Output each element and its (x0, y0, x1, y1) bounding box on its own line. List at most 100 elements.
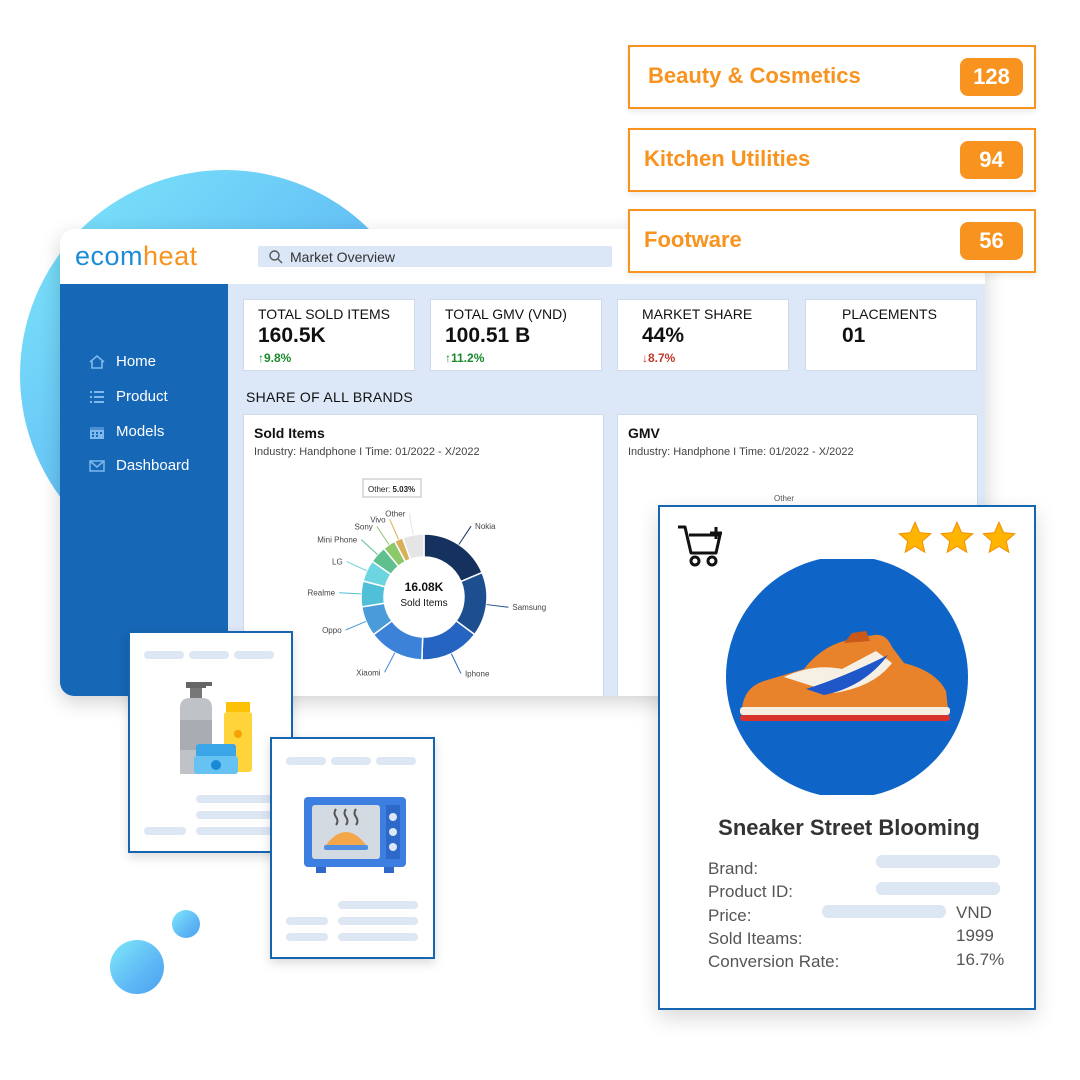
calendar-icon (90, 426, 104, 439)
panel-title: Sold Items (254, 425, 325, 441)
category-footware[interactable]: Footware 56 (628, 209, 1036, 273)
donut-leader-line (360, 539, 378, 555)
category-beauty-cosmetics[interactable]: Beauty & Cosmetics 128 (628, 45, 1036, 109)
donut-leader-line (346, 561, 367, 572)
donut-label: LG (332, 558, 343, 567)
mail-icon (89, 459, 105, 472)
placeholder-bar (144, 651, 184, 659)
category-label: Beauty & Cosmetics (648, 63, 861, 88)
kpi-value: 44% (642, 324, 685, 347)
donut-label: Nokia (475, 522, 496, 531)
price-value-placeholder (822, 905, 946, 918)
kpi-label: MARKET SHARE (642, 306, 753, 322)
placeholder-bar (234, 651, 274, 659)
list-icon (90, 390, 104, 403)
kpi-delta: ↑11.2% (445, 351, 485, 365)
product-name: Sneaker Street Blooming (718, 815, 980, 840)
section-title: SHARE OF ALL BRANDS (246, 389, 414, 405)
star-icon (898, 520, 932, 554)
kpi-delta: ↑9.8% (258, 351, 292, 365)
sidebar-item-label: Home (116, 353, 157, 370)
price-currency: VND (956, 903, 992, 922)
donut-label: Realme (308, 589, 336, 598)
placeholder-bar (196, 811, 276, 819)
kitchen-product-card[interactable] (270, 737, 435, 959)
field-sold-label: Sold Iteams: (708, 929, 803, 948)
cosmetics-icon (180, 682, 252, 774)
background-dot-small (172, 910, 200, 938)
sidebar-item-models[interactable]: Models (88, 423, 164, 440)
donut-label: Other (385, 509, 405, 518)
sold-items-donut-chart: Nokia Samsung Iphone Xiaomi Oppo Realme LG Mini… (308, 478, 546, 679)
logo-text-heat: heat (143, 241, 198, 271)
field-price-label: Price: (708, 906, 752, 925)
donut-leader-line (458, 525, 472, 545)
search-icon (269, 249, 283, 263)
donut-label: Vivo (370, 515, 386, 524)
donut-leader-line (376, 526, 390, 545)
donut-leader-line (389, 519, 399, 540)
placeholder-bar (189, 651, 229, 659)
logo-text-ecom: ecom (75, 241, 144, 271)
donut-label: Mini Phone (317, 536, 358, 545)
kpi-market-share: MARKET SHARE 44% ↓8.7% (617, 299, 789, 371)
category-count-badge: 56 (960, 222, 1023, 260)
placeholder-bar (338, 933, 418, 941)
placeholder-bar (376, 757, 416, 765)
placeholder-bar (286, 933, 328, 941)
center-value: 16.08K (405, 580, 444, 594)
background-dot-medium (110, 940, 164, 994)
logo-area: ecomheat (60, 229, 228, 284)
category-count-badge: 94 (960, 141, 1023, 179)
donut-slice-nokia[interactable] (423, 533, 484, 583)
brand-value-placeholder (876, 855, 1000, 868)
sidebar-item-product[interactable]: Product (88, 388, 168, 405)
panel-title: GMV (628, 425, 660, 441)
placeholder-bar (144, 827, 186, 835)
panel-subtitle: Industry: Handphone I Time: 01/2022 - X/… (628, 446, 854, 458)
donut-leader-line (345, 620, 367, 631)
kpi-total-sold-items: TOTAL SOLD ITEMS 160.5K ↑9.8% (243, 299, 415, 371)
kpi-label: TOTAL SOLD ITEMS (258, 306, 390, 322)
conversion-value: 16.7% (956, 950, 1005, 969)
logo[interactable]: ecomheat (75, 241, 198, 272)
tooltip-text: Other: 5.03% (368, 485, 415, 494)
sidebar-item-label: Models (116, 423, 165, 440)
star-icon (982, 520, 1016, 554)
donut-label: Iphone (465, 670, 490, 679)
sold-value: 1999 (956, 926, 994, 945)
donut-leader-line (450, 653, 462, 674)
kpi-value: 160.5K (258, 324, 326, 347)
kpi-total-gmv: TOTAL GMV (VND) 100.51 B ↑11.2% (430, 299, 602, 371)
oven-icon (304, 797, 406, 873)
kpi-delta: ↓8.7% (642, 351, 676, 365)
donut-label: Xiaomi (356, 668, 381, 677)
category-count-badge: 128 (960, 58, 1023, 96)
sneaker-product-image (726, 559, 968, 795)
center-label: Sold Items (400, 598, 447, 609)
panel-subtitle: Industry: Handphone I Time: 01/2022 - X/… (254, 446, 480, 458)
field-conversion-label: Conversion Rate: (708, 952, 840, 971)
add-to-cart-icon[interactable] (676, 523, 728, 569)
search-input[interactable]: Market Overview (258, 246, 612, 267)
sidebar-item-home[interactable]: Home (88, 353, 156, 370)
placeholder-bar (338, 917, 418, 925)
donut-label: Oppo (322, 626, 342, 635)
rating-stars (896, 519, 1018, 557)
product-card[interactable]: Sneaker Street Blooming Brand: Product I… (658, 505, 1036, 1010)
sidebar-item-dashboard[interactable]: Dashboard (88, 457, 189, 474)
kpi-value: 01 (842, 324, 866, 347)
donut-leader-line (339, 592, 362, 595)
placeholder-bar (338, 901, 418, 909)
category-kitchen-utilities[interactable]: Kitchen Utilities 94 (628, 128, 1036, 192)
sold-items-panel: Sold Items Industry: Handphone I Time: 0… (243, 414, 604, 696)
sidebar-item-label: Dashboard (116, 457, 190, 474)
placeholder-bar (286, 917, 328, 925)
search-text: Market Overview (290, 248, 396, 265)
gmv-label-other: Other (774, 494, 794, 503)
category-label: Kitchen Utilities (644, 146, 811, 171)
product-id-value-placeholder (876, 882, 1000, 895)
donut-leader-line (384, 652, 396, 673)
cosmetics-product-card[interactable] (128, 631, 293, 853)
placeholder-bar (196, 795, 276, 803)
